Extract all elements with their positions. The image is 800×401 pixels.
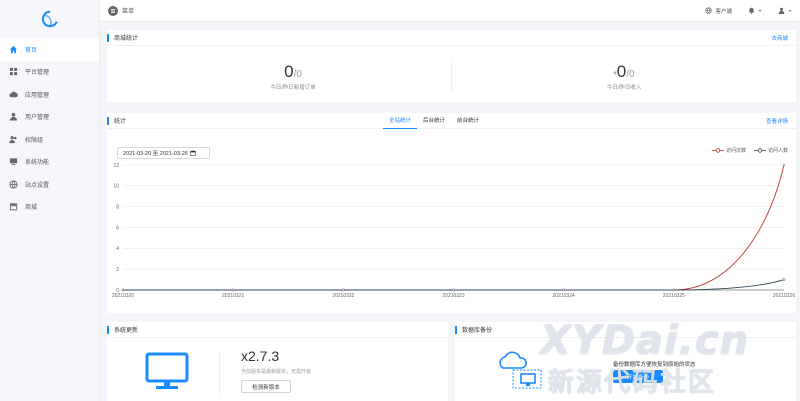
notifications-button[interactable] xyxy=(748,7,762,14)
y-tick-label: 8 xyxy=(116,204,119,210)
x-tick-label: 20210320 xyxy=(112,293,134,299)
logo[interactable] xyxy=(0,0,99,38)
topbar: 菜单 客户端 xyxy=(100,0,800,22)
sidebar-item-label: 用户管理 xyxy=(25,115,50,122)
y-tick-label: 10 xyxy=(113,184,119,190)
system-update-header: 系统更新 xyxy=(107,322,448,338)
sidebar-item-label: 平台管理 xyxy=(25,70,50,77)
user-group-icon xyxy=(9,135,18,144)
check-update-button[interactable]: 检测新版本 xyxy=(241,380,291,393)
watermark-text: 新源代码社区 xyxy=(548,368,717,398)
user-icon xyxy=(778,7,785,14)
sidebar-item-4[interactable]: 权限组 xyxy=(0,128,99,151)
sidebar-item-2[interactable]: 应用管理 xyxy=(0,83,99,106)
sidebar: 首页平台管理应用管理用户管理权限组系统功能站点设置商城 xyxy=(0,0,100,401)
data-point xyxy=(782,163,786,167)
mall-stats-title: 商城统计 xyxy=(114,36,139,42)
update-divider xyxy=(219,354,220,394)
client-label: 客户端 xyxy=(715,8,732,15)
chevron-down-icon xyxy=(758,9,762,12)
logo-icon xyxy=(41,10,58,28)
grid-icon xyxy=(9,67,18,76)
monitor-icon xyxy=(9,157,18,166)
x-tick-label: 20210323 xyxy=(442,293,464,299)
income-stat: ¥0/0 今日/昨日收入 xyxy=(564,62,684,91)
data-point xyxy=(341,288,345,292)
sidebar-item-label: 首页 xyxy=(25,47,38,54)
sidebar-item-5[interactable]: 系统功能 xyxy=(0,151,99,174)
y-tick-label: 4 xyxy=(116,246,119,252)
sidebar-item-1[interactable]: 平台管理 xyxy=(0,61,99,84)
income-caption: 今日/昨日收入 xyxy=(606,85,642,91)
income-value: ¥0/0 xyxy=(613,62,635,81)
y-tick-label: 12 xyxy=(113,163,119,169)
sidebar-item-3[interactable]: 用户管理 xyxy=(0,106,99,129)
watermark-logo: XYDai.cn xyxy=(540,318,750,364)
system-update-title: 系统更新 xyxy=(114,328,139,334)
sidebar-item-label: 商城 xyxy=(25,205,38,212)
version-status: 当前版本是最新版本，无需升级 xyxy=(241,369,312,375)
sidebar-item-0[interactable]: 首页 xyxy=(0,38,99,61)
globe-icon xyxy=(705,7,713,14)
cloud-icon xyxy=(9,90,18,99)
sidebar-item-label: 权限组 xyxy=(25,137,44,144)
sidebar-item-6[interactable]: 站点设置 xyxy=(0,173,99,196)
data-point xyxy=(672,288,676,292)
chevron-down-icon xyxy=(788,9,792,12)
sidebar-item-7[interactable]: 商城 xyxy=(0,196,99,219)
visits-line-chart: 02468101220210320 20210321 20210322 2021032… xyxy=(112,163,795,299)
data-point xyxy=(121,288,125,292)
orders-value: 0/0 xyxy=(284,62,302,81)
menu-label[interactable]: 菜单 xyxy=(122,6,134,15)
client-button[interactable]: 客户端 xyxy=(705,7,732,15)
series-line-1 xyxy=(123,279,785,291)
menu-toggle-icon[interactable] xyxy=(108,5,118,16)
monitor-icon xyxy=(145,352,189,389)
sidebar-item-label: 应用管理 xyxy=(25,92,50,99)
data-point xyxy=(562,288,566,292)
user-menu-button[interactable] xyxy=(778,7,792,14)
store-icon xyxy=(9,202,18,211)
update-info: x2.7.3 当前版本是最新版本，无需升级 检测新版本 xyxy=(241,348,311,393)
globe-icon xyxy=(9,180,18,189)
user-icon xyxy=(9,112,18,121)
stats-panel: 统计 查看详情 全站统计 后台统计 前台统计 2021-03-20 至 2021-0… xyxy=(107,113,796,313)
backup-title: 数据库备份 xyxy=(462,328,493,334)
x-tick-label: 20210322 xyxy=(332,293,354,299)
stat-divider xyxy=(451,62,452,92)
sidebar-item-label: 站点设置 xyxy=(25,182,50,189)
x-tick-label: 20210325 xyxy=(663,293,685,299)
sidebar-item-label: 系统功能 xyxy=(25,160,50,167)
database-backup-icon xyxy=(499,351,542,389)
orders-stat: 0/0 今日/昨日新增订单 xyxy=(233,62,353,91)
x-tick-label: 20210324 xyxy=(553,293,575,299)
mall-stats-panel: 商城统计 去商城 0/0 今日/昨日新增订单 ¥0/0 今日/昨日收入 xyxy=(107,30,796,102)
system-update-panel: 系统更新 x2.7.3 当前版本是最新版本，无需升级 检测新版本 xyxy=(107,322,448,401)
y-tick-label: 2 xyxy=(116,267,119,273)
go-to-mall-link[interactable]: 去商城 xyxy=(771,34,788,42)
data-point xyxy=(231,288,235,292)
data-point xyxy=(782,278,786,281)
data-point xyxy=(452,288,455,292)
y-tick-label: 6 xyxy=(116,225,119,231)
mall-stats-header: 商城统计 去商城 xyxy=(107,30,796,46)
orders-caption: 今日/昨日新增订单 xyxy=(270,85,316,91)
bell-icon xyxy=(749,7,754,14)
x-tick-label: 20210326 xyxy=(773,293,795,299)
version-number: x2.7.3 xyxy=(241,348,280,364)
x-tick-label: 20210321 xyxy=(222,293,244,299)
home-icon xyxy=(9,45,18,54)
